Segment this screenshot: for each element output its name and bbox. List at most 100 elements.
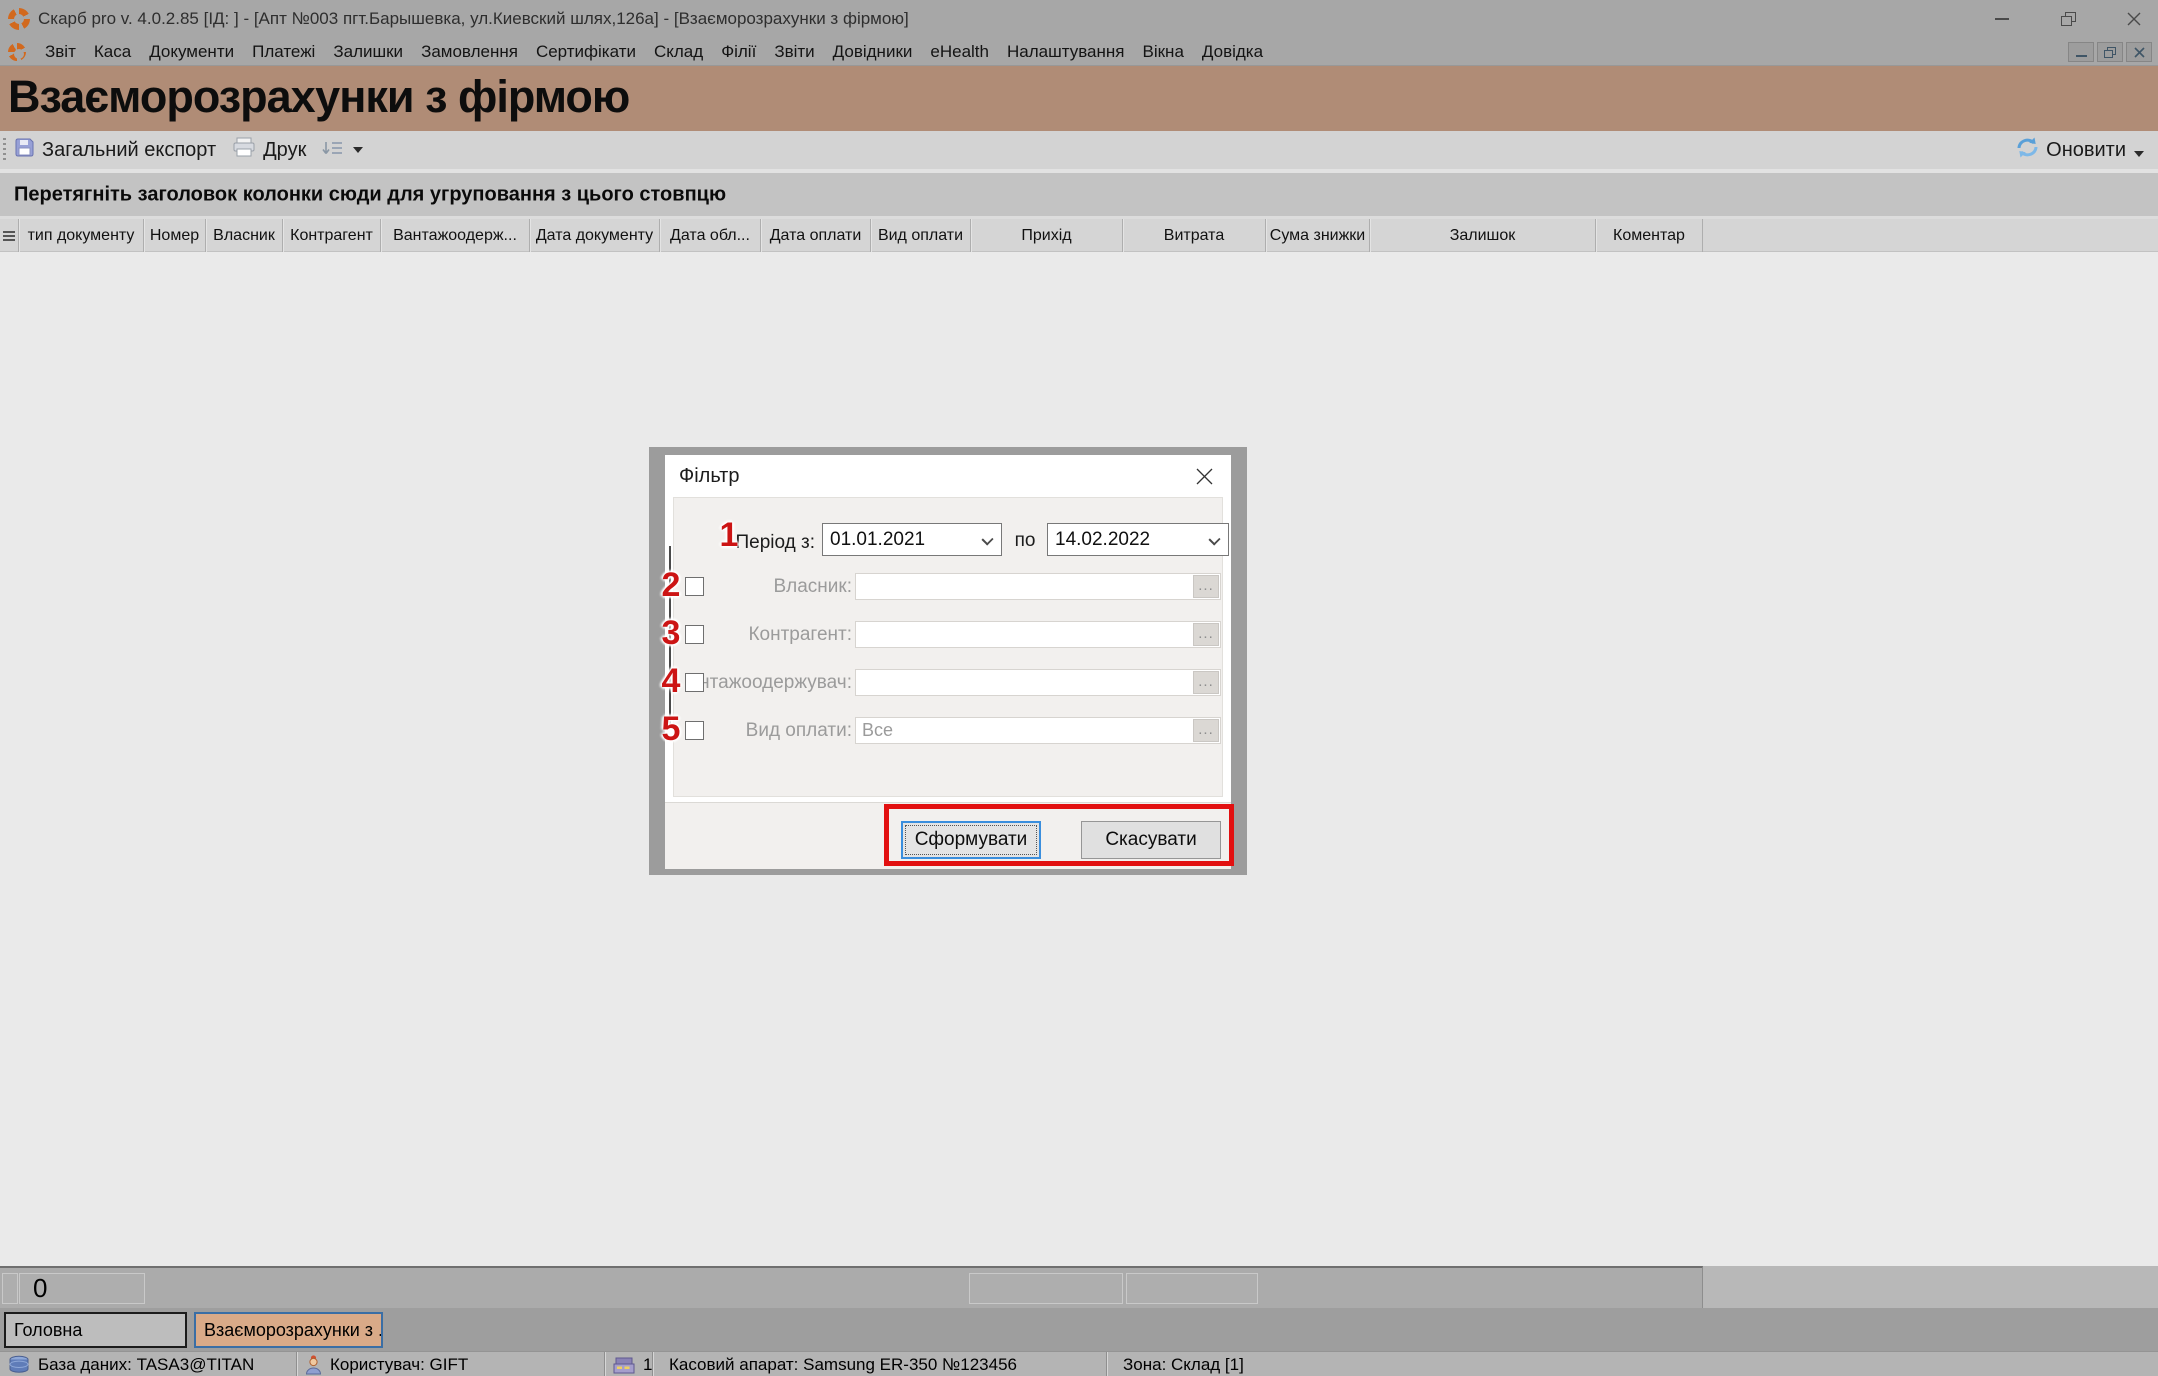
annotation-highlight-box [884, 804, 1234, 866]
list-options-button[interactable] [314, 135, 371, 165]
menu-item[interactable]: Документи [140, 42, 243, 62]
menu-item[interactable]: Налаштування [998, 42, 1134, 62]
menu-item[interactable]: Довідка [1193, 42, 1272, 62]
footer-filler [1703, 1266, 2158, 1308]
column-header[interactable]: Дата оплати [761, 219, 871, 252]
dialog-close-icon[interactable] [1183, 459, 1225, 493]
menu-item[interactable]: Склад [645, 42, 712, 62]
browse-button[interactable]: ... [1193, 719, 1219, 742]
column-header-label: Номер [150, 227, 199, 245]
print-button[interactable]: Друк [224, 135, 314, 165]
menu-item[interactable]: Звіт [36, 42, 85, 62]
footer-cell [2, 1273, 18, 1304]
filter-row-input[interactable]: ... [855, 573, 1221, 600]
browse-button[interactable]: ... [1193, 623, 1219, 646]
column-header[interactable]: Залишок [1370, 219, 1596, 252]
status-text: 1 [643, 1355, 652, 1375]
dialog-title: Фільтр [679, 465, 739, 488]
column-header[interactable]: Прихід [971, 219, 1123, 252]
period-from-select[interactable]: 01.01.2021 [822, 523, 1002, 556]
period-to-select[interactable]: 14.02.2022 [1047, 523, 1229, 556]
column-header[interactable]: Дата обл... [660, 219, 761, 252]
annotation-number: 2 [656, 566, 686, 605]
dialog-titlebar[interactable]: Фільтр [665, 455, 1231, 497]
menu-item[interactable]: Замовлення [412, 42, 527, 62]
column-header-label: Витрата [1164, 227, 1224, 245]
annotation-number: 5 [656, 710, 686, 749]
filter-row: Контрагент:... [665, 620, 1225, 649]
list-icon [3, 231, 15, 241]
column-header[interactable]: Вантажоодерж... [381, 219, 530, 252]
status-text: Касовий апарат: Samsung ER-350 №123456 [669, 1355, 1017, 1375]
menu-item[interactable]: Залишки [324, 42, 412, 62]
column-header[interactable]: Сума знижки [1266, 219, 1370, 252]
checkbox[interactable] [685, 673, 704, 692]
child-minimize-icon[interactable] [2068, 42, 2094, 62]
status-section: Касовий апарат: Samsung ER-350 №123456 [652, 1352, 1106, 1376]
printer-icon [232, 137, 256, 163]
child-close-icon[interactable] [2126, 42, 2152, 62]
column-header[interactable]: Витрата [1123, 219, 1266, 252]
status-section: 1 [604, 1352, 652, 1376]
menu-item[interactable]: Довідники [824, 42, 922, 62]
tab-label: Головна [14, 1320, 82, 1341]
column-header[interactable]: тип документу [19, 219, 144, 252]
filter-row-input[interactable]: ... [855, 669, 1221, 696]
column-header-label: Вид оплати [878, 227, 963, 245]
page-header-band: Взаєморозрахунки з фірмою [0, 66, 2158, 131]
menu-item[interactable]: Сертифікати [527, 42, 645, 62]
filter-row: Власник:... [665, 572, 1225, 601]
column-header-label: Вантажоодерж... [393, 227, 517, 245]
tab-label: Взаєморозрахунки з ... [204, 1320, 383, 1341]
toolbar: Загальний експорт Друк Оновит [0, 131, 2158, 169]
column-header-label: тип документу [28, 227, 135, 245]
export-button[interactable]: Загальний експорт [6, 135, 224, 165]
group-by-bar[interactable]: Перетягніть заголовок колонки сюди для у… [0, 173, 2158, 216]
refresh-button[interactable]: Оновити [2015, 131, 2144, 169]
window-controls [1992, 0, 2144, 38]
row-count: 0 [33, 1273, 47, 1304]
column-header[interactable]: Номер [144, 219, 206, 252]
status-text: Користувач: GIFT [330, 1355, 468, 1375]
checkbox[interactable] [685, 625, 704, 644]
checkbox[interactable] [685, 721, 704, 740]
restore-icon[interactable] [2058, 9, 2078, 29]
menu-item[interactable]: Каса [85, 42, 140, 62]
checkbox[interactable] [685, 577, 704, 596]
period-from-value: 01.01.2021 [830, 524, 925, 555]
column-header[interactable]: Дата документу [530, 219, 660, 252]
column-header[interactable]: Власник [206, 219, 283, 252]
window-title: Скарб pro v. 4.0.2.85 [ІД: ] - [Апт №003… [38, 9, 909, 29]
column-header[interactable] [0, 219, 19, 252]
column-header[interactable]: Контрагент [283, 219, 381, 252]
column-header-label: Коментар [1613, 227, 1685, 245]
child-restore-icon[interactable] [2097, 42, 2123, 62]
minimize-icon[interactable] [1992, 9, 2012, 29]
column-header[interactable]: Коментар [1596, 219, 1703, 252]
filter-row-value: Все [862, 718, 893, 743]
status-text: Зона: Склад [1] [1123, 1355, 1244, 1375]
filter-row-input[interactable]: ... [855, 621, 1221, 648]
filter-row-input[interactable]: Все... [855, 717, 1221, 744]
user-icon [305, 1355, 322, 1375]
tab-vzaemorozrahunky[interactable]: Взаєморозрахунки з ... [194, 1312, 383, 1348]
menu-item[interactable]: eHealth [921, 42, 998, 62]
status-section: Користувач: GIFT [296, 1352, 604, 1376]
tab-golovna[interactable]: Головна [4, 1312, 187, 1348]
menu-item[interactable]: Звіти [765, 42, 823, 62]
close-icon[interactable] [2124, 9, 2144, 29]
menu-item[interactable]: Вікна [1134, 42, 1193, 62]
browse-button[interactable]: ... [1193, 671, 1219, 694]
chevron-down-icon [2134, 151, 2144, 157]
status-section: База даних: TASA3@TITAN [0, 1352, 296, 1376]
browse-button[interactable]: ... [1193, 575, 1219, 598]
column-header[interactable]: Вид оплати [871, 219, 971, 252]
filter-row: Вид оплати:Все... [665, 716, 1225, 745]
column-header-label: Власник [213, 227, 275, 245]
menu-item[interactable]: Філії [712, 42, 765, 62]
grid-header: тип документу Номер Власник Контрагент Ванта… [0, 219, 2158, 252]
menu-item[interactable]: Платежі [243, 42, 324, 62]
app-window: Скарб pro v. 4.0.2.85 [ІД: ] - [Апт №003… [0, 0, 2158, 1376]
print-label: Друк [263, 139, 306, 162]
column-header-label: Контрагент [290, 227, 373, 245]
